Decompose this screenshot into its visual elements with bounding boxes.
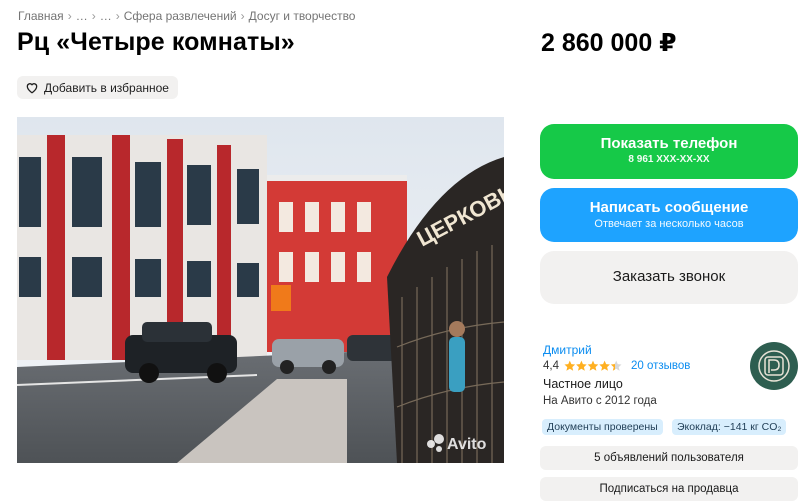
write-message-button[interactable]: Написать сообщение Отвечает за несколько… — [540, 188, 798, 242]
listing-photo[interactable]: ЦЕРКОВНА Avito — [17, 117, 504, 463]
reviews-link[interactable]: 20 отзывов — [631, 360, 690, 372]
seller-type: Частное лицо — [543, 377, 623, 391]
request-call-label: Заказать звонок — [612, 268, 726, 285]
star-icon — [564, 360, 622, 371]
eco-contribution-badge[interactable]: Экоклад: −141 кг CO₂ — [672, 419, 787, 435]
seller-rating: 4,4 20 отзывов — [543, 360, 690, 372]
breadcrumb: Главная ›… ›… › Сфера развлечений › Досуг и тв… — [18, 9, 355, 23]
seller-ads-button[interactable]: 5 объявлений пользователя — [540, 446, 798, 470]
seller-avatar[interactable] — [750, 342, 798, 390]
breadcrumb-category[interactable]: Сфера развлечений — [124, 9, 237, 23]
phone-masked: 8 961 XXX-XX-XX — [628, 154, 710, 165]
seller-logo-icon — [758, 350, 790, 382]
listing-title: Рц «Четыре комнаты» — [17, 28, 295, 56]
seller-name-link[interactable]: Дмитрий — [543, 343, 592, 357]
listing-price: 2 860 000 ₽ — [541, 29, 677, 57]
show-phone-button[interactable]: Показать телефон 8 961 XXX-XX-XX — [540, 124, 798, 179]
breadcrumb-separator: › — [67, 9, 72, 23]
breadcrumb-ellipsis-1[interactable]: … — [76, 9, 88, 23]
breadcrumb-separator: › — [115, 9, 120, 23]
breadcrumb-separator: › — [91, 9, 96, 23]
breadcrumb-separator: › — [240, 9, 245, 23]
photo-watermark: Avito — [447, 436, 487, 453]
rating-value: 4,4 — [543, 360, 559, 372]
breadcrumb-subcategory[interactable]: Досуг и творчество — [249, 9, 356, 23]
request-call-button[interactable]: Заказать звонок — [540, 251, 798, 304]
show-phone-label: Показать телефон — [600, 135, 738, 152]
breadcrumb-home[interactable]: Главная — [18, 9, 64, 23]
add-to-favorites-button[interactable]: Добавить в избранное — [17, 76, 178, 99]
write-message-label: Написать сообщение — [589, 199, 749, 216]
seller-since: На Авито с 2012 года — [543, 395, 657, 407]
documents-verified-badge[interactable]: Документы проверены — [542, 419, 663, 435]
heart-outline-icon — [25, 81, 39, 94]
add-to-favorites-label: Добавить в избранное — [44, 80, 169, 95]
response-time: Отвечает за несколько часов — [594, 218, 744, 230]
breadcrumb-ellipsis-2[interactable]: … — [100, 9, 112, 23]
subscribe-seller-button[interactable]: Подписаться на продавца — [540, 477, 798, 501]
rating-stars — [564, 360, 622, 372]
